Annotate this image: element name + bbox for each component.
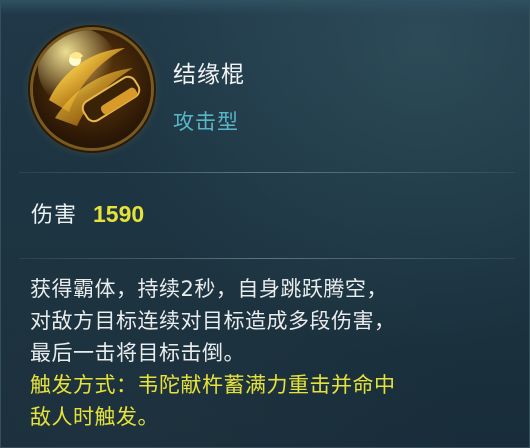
golden-staff-icon [33,30,151,148]
damage-label: 伤害 [31,203,78,228]
damage-value: 1590 [93,201,145,227]
damage-stat: 伤害 1590 [31,197,145,228]
item-name: 结缘棍 [173,62,245,88]
description-line: 对敌方目标连续对目标造成多段伤害， [30,309,396,333]
divider [19,258,515,259]
description-line: 获得霸体，持续2秒，自身跳跃腾空， [30,277,388,301]
description-line: 最后一击将目标击倒。 [30,341,245,365]
item-tooltip-panel: 结缘棍 攻击型 伤害 1590 获得霸体，持续2秒，自身跳跃腾空， 对敌方目标连… [0,0,530,448]
divider [19,172,515,173]
panel-top-glow [1,1,530,15]
trigger-condition-line: 触发方式：韦陀献杵蓄满力重击并命中 [30,373,396,397]
skill-description: 获得霸体，持续2秒，自身跳跃腾空， 对敌方目标连续对目标造成多段伤害， 最后一击… [30,273,520,433]
item-type: 攻击型 [173,110,239,134]
trigger-condition-line: 敌人时触发。 [30,405,159,429]
